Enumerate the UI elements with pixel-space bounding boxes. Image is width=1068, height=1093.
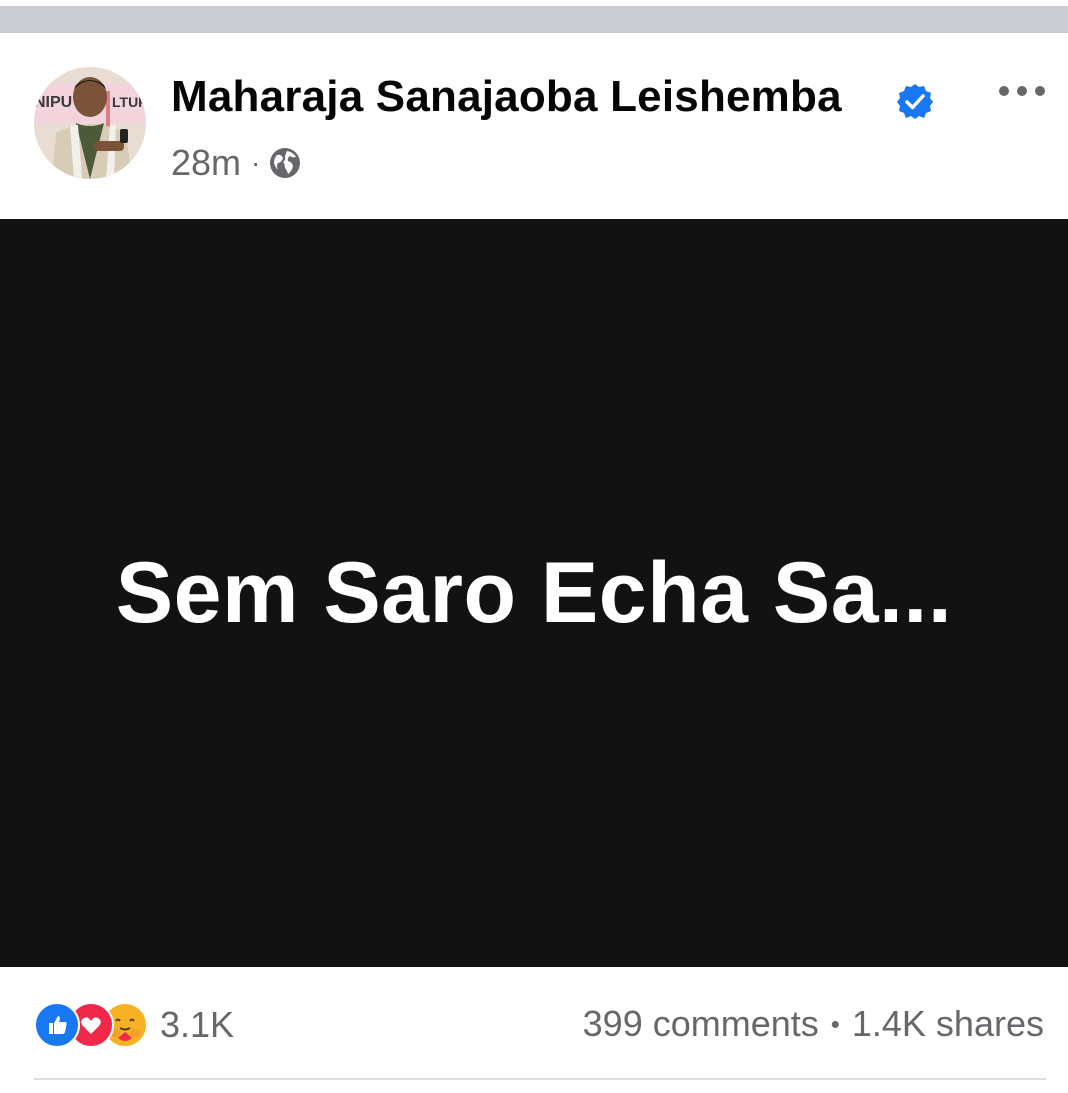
like-icon bbox=[34, 1002, 80, 1048]
footer-divider bbox=[34, 1078, 1046, 1080]
meta-separator: · bbox=[251, 147, 261, 178]
author-avatar[interactable]: NIPU LTUR bbox=[34, 67, 146, 179]
top-gray-strip bbox=[0, 6, 1068, 33]
stats-separator: • bbox=[830, 1008, 840, 1039]
avatar-backdrop-text-2: LTUR bbox=[112, 94, 146, 110]
shares-count[interactable]: 1.4K shares bbox=[852, 1003, 1044, 1045]
globe-icon[interactable] bbox=[268, 146, 302, 180]
post-timestamp[interactable]: 28m bbox=[171, 142, 241, 184]
engagement-stats: 399 comments • 1.4K shares bbox=[583, 1003, 1044, 1045]
engagement-bar: 3.1K 399 comments • 1.4K shares bbox=[0, 967, 1068, 1093]
post-text-card[interactable]: Sem Saro Echa Sa... bbox=[0, 219, 1068, 967]
verified-badge-icon bbox=[897, 84, 933, 119]
comments-count[interactable]: 399 comments bbox=[583, 1003, 819, 1045]
more-options-icon[interactable] bbox=[996, 80, 1048, 102]
top-status-area bbox=[0, 0, 1068, 34]
post-header: NIPU LTUR Maharaja Sanajaoba Leishemba 2… bbox=[0, 34, 1068, 219]
reactions-summary[interactable]: 3.1K bbox=[34, 1002, 234, 1048]
post-body-text: Sem Saro Echa Sa... bbox=[115, 544, 953, 641]
avatar-photo: NIPU LTUR bbox=[34, 67, 146, 179]
reaction-count[interactable]: 3.1K bbox=[160, 1004, 234, 1046]
post-meta: 28m · bbox=[171, 142, 302, 184]
author-name[interactable]: Maharaja Sanajaoba Leishemba bbox=[171, 72, 842, 122]
avatar-backdrop-text: NIPU bbox=[34, 94, 72, 111]
